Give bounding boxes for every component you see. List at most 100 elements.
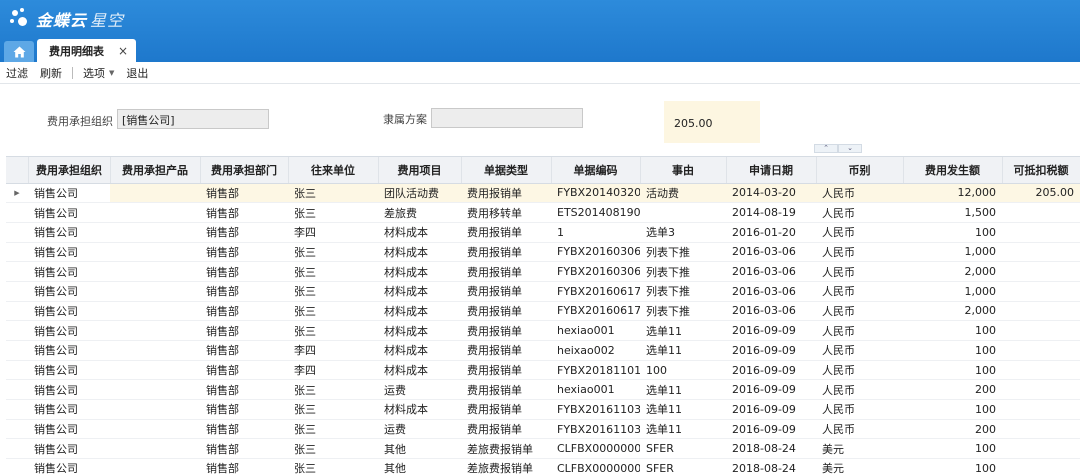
column-header[interactable]: 费用发生额 xyxy=(903,157,1003,184)
table-cell[interactable] xyxy=(110,281,200,302)
scheme-field[interactable] xyxy=(431,108,583,128)
table-cell[interactable]: 差旅费 xyxy=(378,202,461,223)
table-cell[interactable]: 2016-09-09 xyxy=(726,379,816,401)
table-cell[interactable] xyxy=(1002,202,1080,223)
table-cell[interactable]: 销售公司 xyxy=(28,222,110,243)
table-cell[interactable]: 100 xyxy=(903,222,1002,243)
table-cell[interactable]: 销售公司 xyxy=(28,360,110,381)
column-header[interactable]: 费用承担组织 xyxy=(28,157,111,184)
table-row[interactable]: 销售公司 销售部 李四 材料成本 费用报销单 1 选单3 2016-01-20 人民币 100 xyxy=(6,222,1080,243)
table-cell[interactable]: 100 xyxy=(903,320,1002,341)
table-cell[interactable] xyxy=(110,320,200,341)
table-cell[interactable] xyxy=(1002,242,1080,263)
table-cell[interactable]: ETS20140819000 xyxy=(551,202,640,223)
table-cell[interactable]: 其他 xyxy=(378,438,461,460)
table-cell[interactable]: FYBX2018110100 xyxy=(551,360,640,381)
column-header[interactable]: 申请日期 xyxy=(726,157,817,184)
table-cell[interactable]: 2016-03-06 xyxy=(726,301,816,322)
table-cell[interactable]: 选单11 xyxy=(640,340,726,361)
table-cell[interactable]: 人民币 xyxy=(816,301,903,322)
refresh-button[interactable]: 刷新 xyxy=(40,65,62,81)
table-cell[interactable] xyxy=(110,438,200,460)
table-cell[interactable] xyxy=(1002,281,1080,302)
table-cell[interactable] xyxy=(1002,360,1080,381)
table-cell[interactable]: 张三 xyxy=(288,301,378,322)
table-cell[interactable] xyxy=(1002,320,1080,341)
table-cell[interactable]: 列表下推 xyxy=(640,261,726,282)
table-cell[interactable] xyxy=(1002,261,1080,282)
table-row[interactable]: 销售公司 销售部 张三 运费 费用报销单 hexiao001 选单11 2016-09-09 人… xyxy=(6,379,1080,401)
table-cell[interactable]: 人民币 xyxy=(816,340,903,361)
table-row[interactable]: 销售公司 销售部张三材料成本费用报销单FYBX2016030600列表下推2016… xyxy=(6,242,1080,263)
table-cell[interactable]: 差旅费报销单 xyxy=(461,438,551,460)
column-header[interactable]: 单据类型 xyxy=(461,157,552,184)
table-cell[interactable]: 人民币 xyxy=(816,360,903,381)
tab-home[interactable] xyxy=(4,41,34,62)
table-cell[interactable]: 100 xyxy=(903,360,1002,381)
org-field[interactable]: [销售公司] xyxy=(117,109,269,129)
table-cell[interactable]: 选单11 xyxy=(640,419,726,440)
table-row[interactable]: 销售公司 销售部 张三 其他 差旅费报销单 CLFBX00000009 SFER 2018-0… xyxy=(6,438,1080,460)
table-cell[interactable] xyxy=(1002,399,1080,420)
table-cell[interactable]: 选单11 xyxy=(640,379,726,401)
table-cell[interactable] xyxy=(110,419,200,440)
table-cell[interactable]: 人民币 xyxy=(816,379,903,401)
table-cell[interactable] xyxy=(110,301,200,322)
table-cell[interactable] xyxy=(1002,379,1080,401)
table-cell[interactable]: 团队活动费 xyxy=(378,183,461,204)
table-cell[interactable]: 美元 xyxy=(816,458,903,475)
table-cell[interactable]: 2016-01-20 xyxy=(726,222,816,243)
table-cell[interactable] xyxy=(110,458,200,475)
table-cell[interactable]: hexiao001 xyxy=(551,379,640,401)
column-header[interactable]: 费用承担部门 xyxy=(200,157,289,184)
table-cell[interactable]: 张三 xyxy=(288,419,378,440)
table-cell[interactable]: 美元 xyxy=(816,438,903,460)
table-row[interactable]: 销售公司 销售部 张三 其他 差旅费报销单 CLFBX00000009 SFER 2018-0… xyxy=(6,458,1080,475)
table-cell[interactable]: 费用报销单 xyxy=(461,242,551,263)
table-cell[interactable]: SFER xyxy=(640,458,726,475)
table-cell[interactable]: 其他 xyxy=(378,458,461,475)
table-cell[interactable]: 材料成本 xyxy=(378,360,461,381)
table-cell[interactable] xyxy=(1002,458,1080,475)
table-cell[interactable] xyxy=(110,222,200,243)
table-row[interactable]: 销售公司 销售部张三运费费用报销单FYBX2016110300选单112016-0… xyxy=(6,419,1080,440)
table-cell[interactable]: 列表下推 xyxy=(640,281,726,302)
table-cell[interactable]: 2016-03-06 xyxy=(726,281,816,302)
table-cell[interactable]: 2018-08-24 xyxy=(726,438,816,460)
table-cell[interactable]: 2016-09-09 xyxy=(726,360,816,381)
table-cell[interactable]: 销售部 xyxy=(200,419,288,440)
table-row[interactable]: 销售公司 销售部张三材料成本费用报销单FYBX2016061700列表下推2016… xyxy=(6,301,1080,322)
table-cell[interactable]: 李四 xyxy=(288,222,378,243)
table-cell[interactable] xyxy=(1002,222,1080,243)
table-cell[interactable]: 人民币 xyxy=(816,399,903,420)
table-cell[interactable]: 销售部 xyxy=(200,183,288,204)
table-row[interactable]: 销售公司 销售部张三材料成本费用报销单FYBX2016061700列表下推2016… xyxy=(6,281,1080,302)
column-header[interactable]: 费用项目 xyxy=(378,157,462,184)
expand-down-icon[interactable]: ⌄ xyxy=(838,144,862,153)
table-cell[interactable]: 运费 xyxy=(378,419,461,440)
table-cell[interactable]: 人民币 xyxy=(816,320,903,341)
table-cell[interactable]: 张三 xyxy=(288,320,378,341)
table-cell[interactable]: 2018-08-24 xyxy=(726,458,816,475)
table-cell[interactable]: 100 xyxy=(640,360,726,381)
table-cell[interactable]: 材料成本 xyxy=(378,399,461,420)
table-cell[interactable]: 1,000 xyxy=(903,242,1002,263)
table-cell[interactable]: 销售部 xyxy=(200,340,288,361)
table-cell[interactable]: 费用报销单 xyxy=(461,419,551,440)
table-cell[interactable]: 费用报销单 xyxy=(461,222,551,243)
table-cell[interactable]: 销售公司 xyxy=(28,301,110,322)
close-icon[interactable]: × xyxy=(118,44,128,58)
table-cell[interactable]: 2016-09-09 xyxy=(726,340,816,361)
table-cell[interactable]: heixao002 xyxy=(551,340,640,361)
filter-button[interactable]: 过滤 xyxy=(6,65,28,81)
table-cell[interactable]: SFER xyxy=(640,438,726,460)
column-header[interactable]: 往来单位 xyxy=(288,157,379,184)
table-cell[interactable]: 2014-03-20 xyxy=(726,183,816,204)
table-cell[interactable]: 销售公司 xyxy=(28,183,110,204)
table-cell[interactable]: 张三 xyxy=(288,458,378,475)
table-cell[interactable] xyxy=(110,183,200,204)
table-cell[interactable]: 100 xyxy=(903,340,1002,361)
table-cell[interactable]: 人民币 xyxy=(816,242,903,263)
table-cell[interactable]: 列表下推 xyxy=(640,301,726,322)
table-cell[interactable]: 费用报销单 xyxy=(461,281,551,302)
